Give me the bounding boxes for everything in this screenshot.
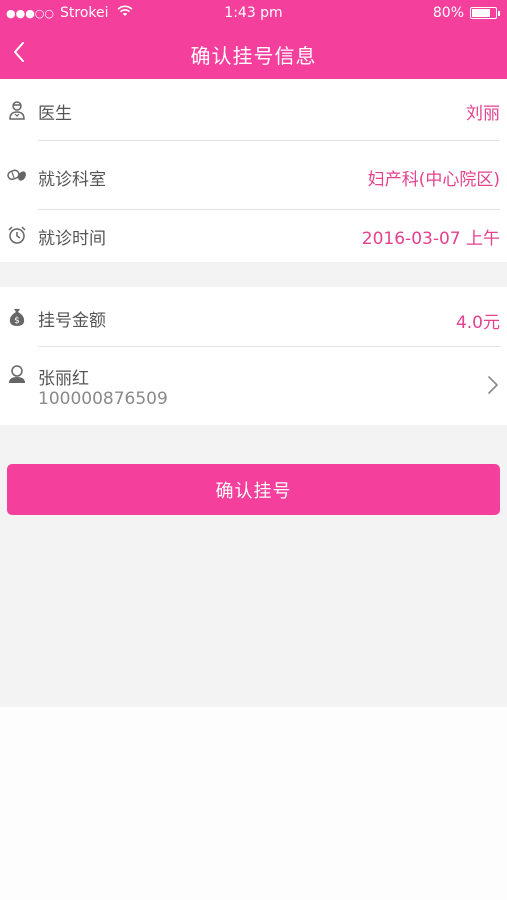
battery-icon — [470, 7, 500, 19]
status-time: 1:43 pm — [224, 5, 283, 21]
svg-text:$: $ — [14, 316, 20, 326]
pill-icon — [7, 169, 26, 181]
doctor-icon — [9, 101, 25, 120]
department-value: 妇产科(中心院区) — [367, 170, 500, 190]
patient-id: 100000876509 — [38, 389, 168, 409]
alarm-clock-icon — [8, 226, 26, 244]
department-row: 就诊科室 妇产科(中心院区) — [0, 141, 507, 209]
fee-row: $ 挂号金额 4.0元 — [0, 287, 507, 347]
time-label: 就诊时间 — [38, 229, 106, 249]
chevron-right-icon — [488, 376, 498, 394]
page-title: 确认挂号信息 — [190, 44, 317, 68]
battery-percentage: 80% — [432, 5, 464, 21]
status-right: 80% — [432, 5, 500, 21]
payment-card: $ 挂号金额 4.0元 张丽红 100000876509 — [0, 287, 507, 425]
status-bar: ●●●○○ Strokei 1:43 pm 80% — [0, 0, 507, 26]
department-label: 就诊科室 — [38, 170, 106, 190]
doctor-row: 医生 刘丽 — [0, 79, 507, 141]
fee-label: 挂号金额 — [38, 311, 106, 331]
doctor-label: 医生 — [38, 104, 72, 124]
header: ●●●○○ Strokei 1:43 pm 80% 确认挂号信息 — [0, 0, 507, 79]
time-row: 就诊时间 2016-03-07 上午 — [0, 210, 507, 262]
money-bag-icon: $ — [9, 309, 25, 326]
patient-name: 张丽红 — [38, 369, 89, 389]
confirm-registration-button[interactable]: 确认挂号 — [7, 464, 500, 515]
nav-bar: 确认挂号信息 — [0, 26, 507, 79]
fee-value: 4.0元 — [455, 313, 500, 333]
appointment-card: 医生 刘丽 就诊科室 妇产科(中心院区) 就诊时间 2016-03-07 上午 — [0, 79, 507, 262]
time-value: 2016-03-07 上午 — [361, 229, 500, 249]
user-icon — [9, 365, 25, 383]
patient-row[interactable]: 张丽红 100000876509 — [0, 347, 507, 425]
battery-level — [472, 9, 491, 17]
battery-tip — [498, 11, 500, 16]
doctor-value: 刘丽 — [466, 104, 500, 124]
